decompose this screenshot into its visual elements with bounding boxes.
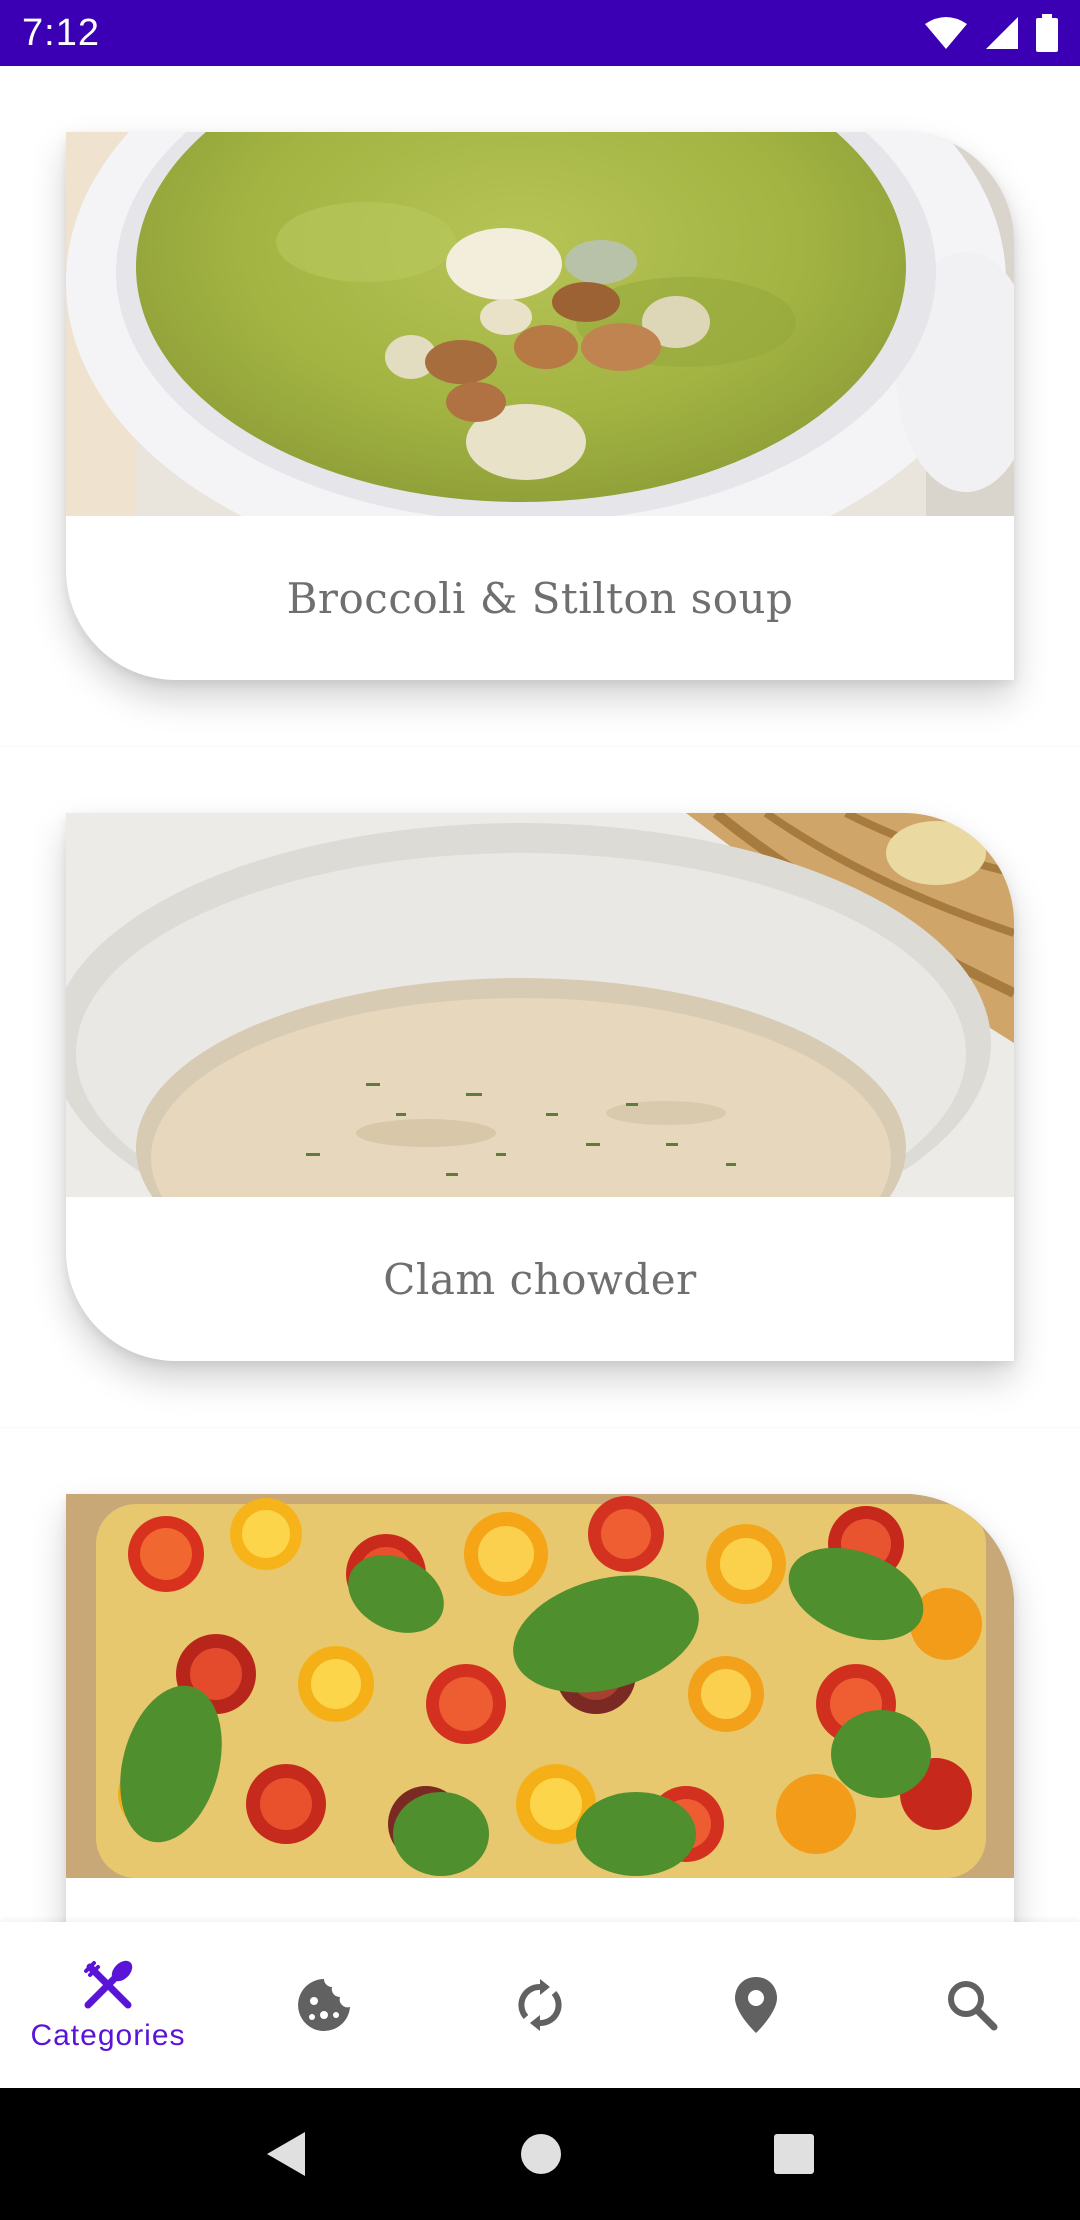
cutlery-icon [80, 1957, 136, 2013]
wifi-icon [924, 16, 968, 50]
nav-item-search[interactable] [864, 1922, 1080, 2088]
home-icon[interactable] [519, 2132, 563, 2176]
system-navigation-bar [0, 2088, 1080, 2220]
recipe-title: Broccoli & Stilton soup [286, 573, 794, 623]
location-pin-icon [732, 1975, 780, 2035]
nav-item-cookie[interactable] [216, 1922, 432, 2088]
nav-item-categories[interactable]: Categories [0, 1922, 216, 2088]
nav-item-refresh[interactable] [432, 1922, 648, 2088]
nav-item-location[interactable] [648, 1922, 864, 2088]
recipe-card[interactable]: Clam chowder [66, 813, 1014, 1361]
recipe-card[interactable]: Broccoli & Stilton soup [66, 132, 1014, 680]
recipe-image [66, 813, 1014, 1197]
recipe-image [66, 132, 1014, 516]
app-screen: 7:12 Broccoli & Stilton soup Clam chowde… [0, 0, 1080, 2220]
recipe-card-container: Clam chowder [0, 747, 1080, 1427]
status-time: 7:12 [22, 11, 100, 54]
battery-icon [1036, 14, 1058, 52]
bottom-navigation: Categories [0, 1922, 1080, 2088]
recipe-card-container [0, 1428, 1080, 1922]
recipe-image [66, 1494, 1014, 1878]
recents-icon[interactable] [773, 2133, 815, 2175]
status-icons [924, 14, 1058, 52]
recipe-feed[interactable]: Broccoli & Stilton soup Clam chowder [0, 66, 1080, 1922]
recipe-card-container: Broccoli & Stilton soup [0, 66, 1080, 746]
cookie-icon [294, 1975, 354, 2035]
nav-label-categories: Categories [30, 2019, 186, 2052]
back-icon[interactable] [265, 2130, 309, 2178]
recipe-card[interactable] [66, 1494, 1014, 1922]
recipe-title [66, 1878, 1014, 1922]
status-bar: 7:12 [0, 0, 1080, 66]
recipe-title: Clam chowder [383, 1254, 697, 1304]
refresh-icon [512, 1977, 568, 2033]
search-icon [944, 1977, 1000, 2033]
signal-icon [984, 15, 1020, 51]
